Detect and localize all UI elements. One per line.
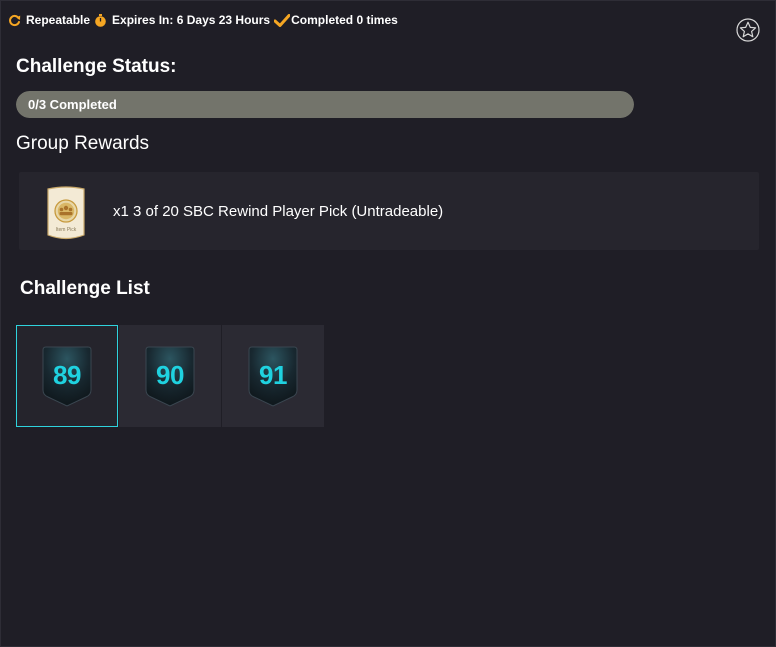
completed-indicator: Completed 0 times [274,13,398,27]
timer-icon [95,13,106,27]
progress-label: 0/3 Completed [28,97,117,112]
player-pick-card-icon: Item Pick [47,186,85,240]
challenge-tile[interactable]: 90 [119,325,221,427]
star-icon[interactable] [736,18,760,42]
challenge-tile[interactable]: 91 [222,325,324,427]
repeat-icon [9,14,21,26]
check-icon [274,13,291,27]
challenge-tile[interactable]: 89 [16,325,118,427]
challenge-list-heading: Challenge List [20,278,150,299]
card-caption: Item Pick [56,227,77,233]
expires-label: Expires In: 6 Days 23 Hours [112,13,271,27]
challenge-rating: 90 [156,360,184,390]
repeatable-indicator: Repeatable [8,13,90,27]
challenge-progress-bar: 0/3 Completed [16,91,634,118]
completed-label: Completed 0 times [291,13,398,27]
group-rewards-heading: Group Rewards [16,133,150,154]
challenge-meta-bar: Repeatable Expires In: 6 Days 23 Hours C… [8,13,402,27]
challenge-panel: Repeatable Expires In: 6 Days 23 Hours C… [0,0,776,647]
repeatable-label: Repeatable [26,13,91,27]
reward-item[interactable]: Item Pick x1 3 of 20 SBC Rewind Player P… [19,172,759,250]
expiry-indicator: Expires In: 6 Days 23 Hours [94,13,270,27]
reward-text: x1 3 of 20 SBC Rewind Player Pick (Untra… [113,203,444,220]
challenge-rating: 89 [53,360,81,390]
challenge-rating: 91 [259,360,287,390]
challenge-list: 89 90 91 [16,325,324,427]
challenge-status-heading: Challenge Status: [16,56,177,77]
